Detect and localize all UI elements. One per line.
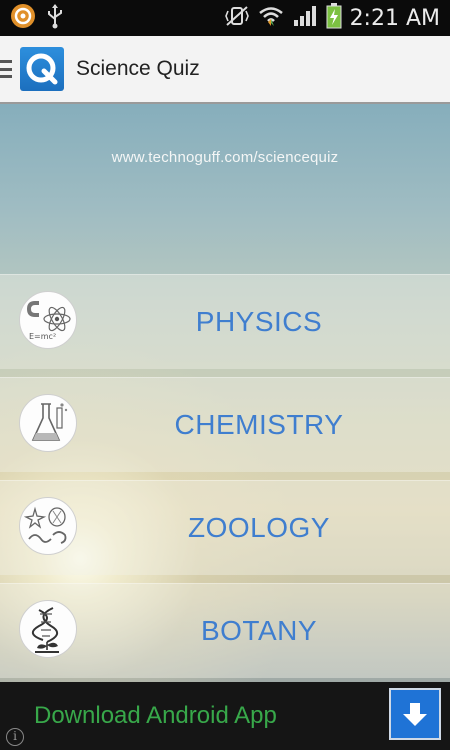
category-label: ZOOLOGY	[188, 512, 330, 543]
usb-icon	[46, 3, 64, 34]
app-title: Science Quiz	[76, 57, 200, 80]
info-icon[interactable]: i	[6, 728, 24, 746]
category-physics-button[interactable]: E=mc² PHYSICS	[0, 274, 450, 369]
vibrate-mute-icon	[224, 5, 250, 32]
download-button[interactable]	[389, 688, 441, 740]
category-label: PHYSICS	[195, 306, 323, 337]
download-arrow-icon	[403, 703, 427, 726]
physics-formula: E=mc²	[29, 332, 56, 341]
category-label: BOTANY	[200, 615, 318, 646]
site-url: www.technoguff.com/sciencequiz	[111, 149, 339, 166]
action-bar: Science Quiz	[0, 36, 450, 104]
category-label: CHEMISTRY	[174, 409, 344, 440]
status-bar: 2:21 AM	[0, 0, 450, 36]
category-zoology-button[interactable]: ZOOLOGY	[0, 480, 450, 575]
ad-text[interactable]: Download Android App	[34, 702, 277, 730]
status-time: 2:21 AM	[349, 5, 440, 31]
main-content: www.technoguff.com/sciencequiz E=mc² PHY…	[0, 104, 450, 682]
category-botany-button[interactable]: BOTANY	[0, 583, 450, 678]
wifi-icon	[258, 5, 284, 32]
menu-icon[interactable]	[0, 58, 14, 80]
signal-icon	[292, 5, 318, 32]
app-logo-icon[interactable]	[20, 47, 64, 91]
battery-charging-icon	[326, 2, 342, 34]
ad-banner[interactable]: Download Android App i	[0, 682, 450, 750]
category-chemistry-button[interactable]: CHEMISTRY	[0, 377, 450, 472]
app-notification-icon	[10, 3, 36, 34]
